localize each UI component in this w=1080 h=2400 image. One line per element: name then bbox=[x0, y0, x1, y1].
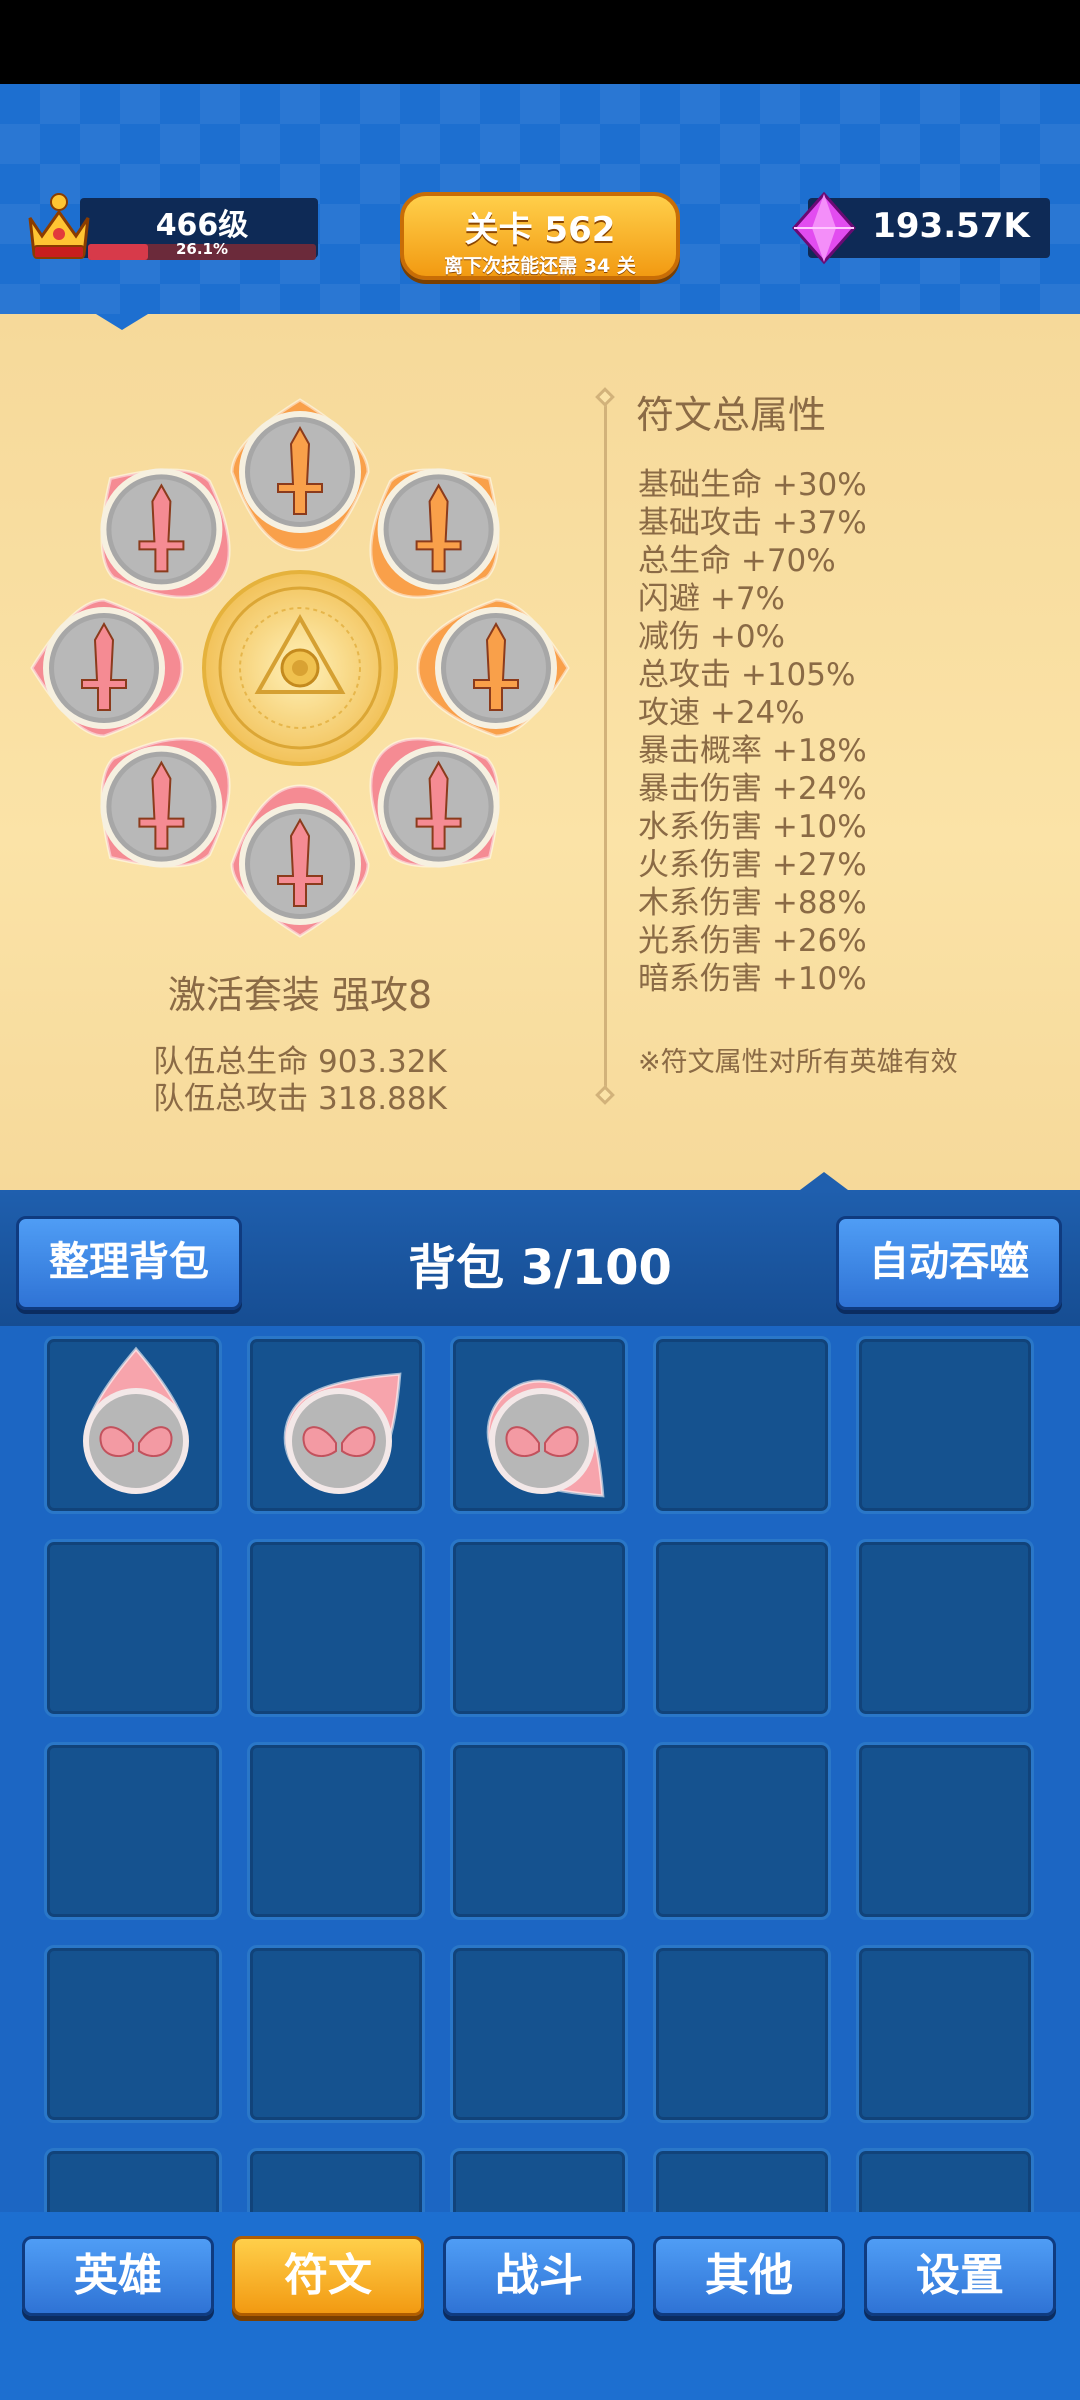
rune-slot[interactable] bbox=[30, 598, 184, 738]
crown-icon bbox=[28, 193, 90, 259]
attribute-row: 基础攻击 +37% bbox=[638, 505, 867, 541]
bag-notch bbox=[800, 1172, 848, 1190]
attribute-row: 暴击概率 +18% bbox=[638, 733, 867, 769]
inventory-slot[interactable] bbox=[247, 1945, 425, 2123]
attribute-row: 暴击伤害 +24% bbox=[638, 771, 867, 807]
active-set-title: 激活套装 强攻8 bbox=[167, 973, 433, 1017]
inventory-slot[interactable] bbox=[247, 1336, 425, 1514]
auto-devour-button[interactable]: 自动吞噬 bbox=[836, 1216, 1062, 1310]
inventory-slot[interactable] bbox=[653, 2148, 831, 2212]
tab-3[interactable]: 其他 bbox=[653, 2236, 845, 2316]
tab-4[interactable]: 设置 bbox=[864, 2236, 1056, 2316]
stage-button[interactable]: 关卡 562 离下次技能还需 34 关 bbox=[400, 192, 680, 280]
player-level: 466级 bbox=[155, 208, 249, 243]
rune-slot[interactable] bbox=[230, 784, 370, 938]
inventory-slot[interactable] bbox=[450, 1945, 628, 2123]
pink-gem-icon bbox=[791, 191, 857, 265]
inventory-slot[interactable] bbox=[44, 1336, 222, 1514]
tab-1[interactable]: 符文 bbox=[232, 2236, 424, 2316]
attributes-heading: 符文总属性 bbox=[636, 393, 827, 437]
attributes-note: ※符文属性对所有英雄有效 bbox=[638, 1047, 958, 1078]
level-progress-text: 26.1% bbox=[175, 240, 229, 258]
inventory-slot[interactable] bbox=[44, 1945, 222, 2123]
rune-slot[interactable] bbox=[100, 737, 231, 868]
inventory-slot[interactable] bbox=[450, 1742, 628, 1920]
attribute-row: 闪避 +7% bbox=[638, 581, 786, 617]
tab-0[interactable]: 英雄 bbox=[22, 2236, 214, 2316]
inventory-slot[interactable] bbox=[44, 1742, 222, 1920]
inventory-slot[interactable] bbox=[44, 2148, 222, 2212]
wing-rune-icon bbox=[83, 1346, 189, 1494]
attribute-row: 总生命 +70% bbox=[638, 543, 836, 579]
attribute-row: 光系伤害 +26% bbox=[638, 923, 867, 959]
inventory-slot[interactable] bbox=[856, 1945, 1034, 2123]
inventory-slot[interactable] bbox=[653, 1945, 831, 2123]
attribute-row: 总攻击 +105% bbox=[638, 657, 856, 693]
attribute-row: 木系伤害 +88% bbox=[638, 885, 867, 921]
inventory-slot[interactable] bbox=[450, 2148, 628, 2212]
team-total-attack: 队伍总攻击 318.88K bbox=[153, 1081, 447, 1117]
inventory-slot[interactable] bbox=[856, 1539, 1034, 1717]
divider bbox=[604, 398, 607, 1096]
rune-slot[interactable] bbox=[230, 398, 370, 552]
wing-rune-icon bbox=[283, 1372, 402, 1494]
inventory-slot[interactable] bbox=[247, 2148, 425, 2212]
inventory-slot[interactable] bbox=[856, 1336, 1034, 1514]
bag-title: 背包 3/100 bbox=[408, 1240, 672, 1296]
inventory-slot[interactable] bbox=[247, 1539, 425, 1717]
attribute-row: 火系伤害 +27% bbox=[638, 847, 867, 883]
inventory-slot[interactable] bbox=[653, 1336, 831, 1514]
attribute-row: 基础生命 +30% bbox=[638, 467, 867, 503]
inventory-slot[interactable] bbox=[247, 1742, 425, 1920]
attribute-row: 攻速 +24% bbox=[638, 695, 805, 731]
rune-slot[interactable] bbox=[369, 737, 500, 868]
wing-rune-icon bbox=[486, 1379, 605, 1498]
attribute-row: 暗系伤害 +10% bbox=[638, 961, 867, 997]
rune-slot[interactable] bbox=[416, 598, 570, 738]
inventory-grid[interactable] bbox=[0, 1326, 1080, 2212]
attribute-row: 减伤 +0% bbox=[638, 619, 786, 655]
stage-title: 关卡 562 bbox=[464, 210, 616, 250]
inventory-slot[interactable] bbox=[44, 1539, 222, 1717]
tab-2[interactable]: 战斗 bbox=[443, 2236, 635, 2316]
inventory-slot[interactable] bbox=[856, 1742, 1034, 1920]
status-bar bbox=[0, 0, 1080, 84]
inventory-slot[interactable] bbox=[653, 1539, 831, 1717]
sort-bag-button[interactable]: 整理背包 bbox=[16, 1216, 242, 1310]
gem-count: 193.57K bbox=[872, 206, 1030, 246]
inventory-slot[interactable] bbox=[856, 2148, 1034, 2212]
attributes-list: 基础生命 +30% 基础攻击 +37% 总生命 +70% 闪避 +7% 减伤 +0% 总攻… bbox=[638, 466, 867, 998]
panel-notch bbox=[96, 314, 148, 330]
inventory-slot[interactable] bbox=[450, 1336, 628, 1514]
stage-subtitle: 离下次技能还需 34 关 bbox=[444, 255, 636, 277]
inventory-slot[interactable] bbox=[653, 1742, 831, 1920]
inventory-slot[interactable] bbox=[450, 1539, 628, 1717]
rune-wheel bbox=[30, 398, 570, 938]
rune-slot[interactable] bbox=[100, 468, 231, 599]
rune-slot[interactable] bbox=[369, 468, 500, 599]
attribute-row: 水系伤害 +10% bbox=[638, 809, 867, 845]
